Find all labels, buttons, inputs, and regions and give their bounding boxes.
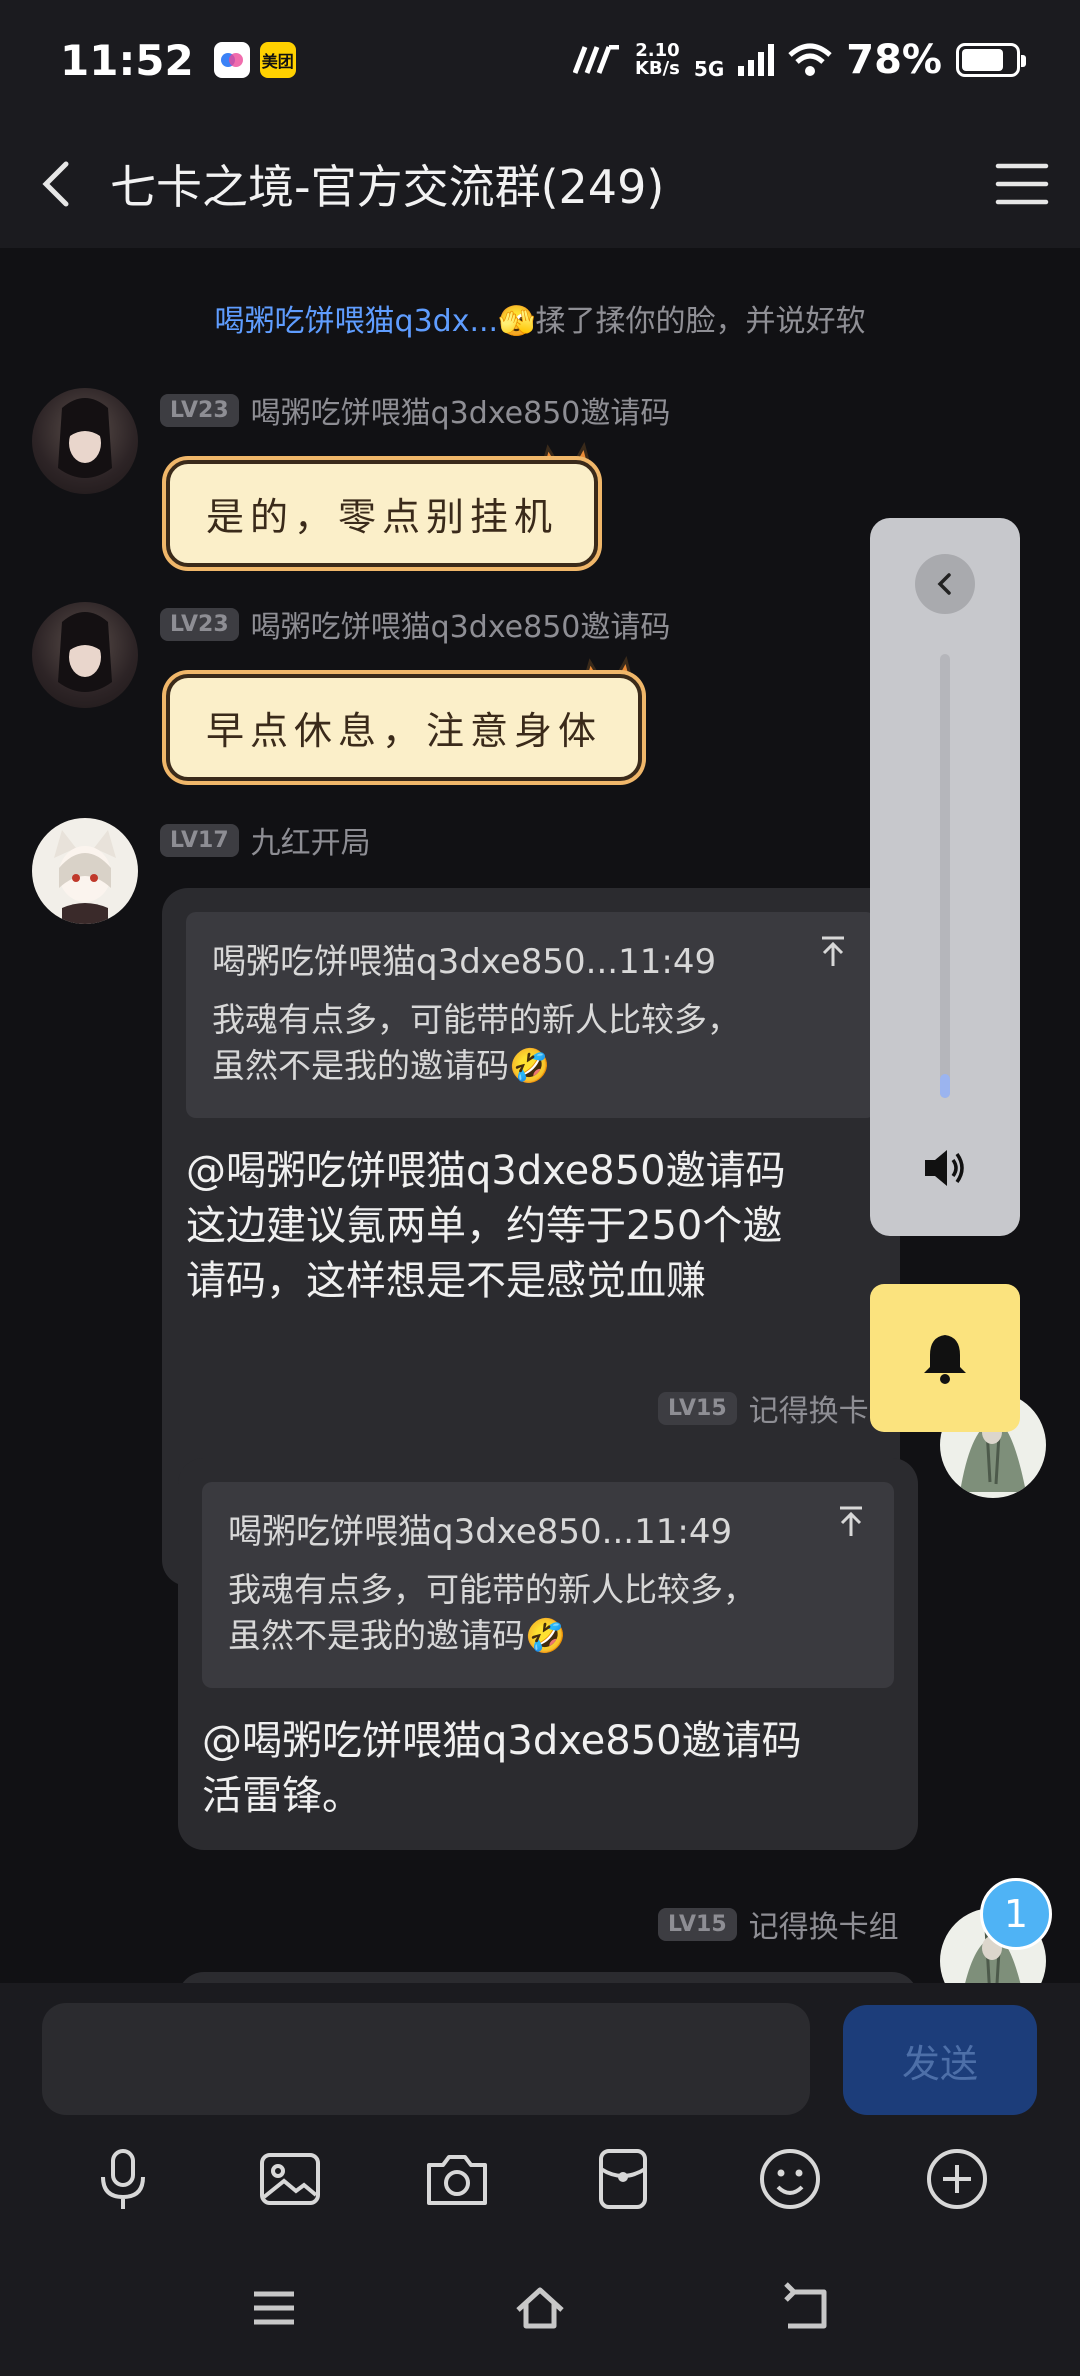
back-arrow-icon[interactable] [30, 154, 90, 214]
level-badge: LV15 [658, 1907, 737, 1941]
message-text: 是的，零点别挂机 [206, 495, 559, 539]
message-text: @喝粥吃饼喂猫q3dxe850邀请码 这边建议氪两单，约等于250个邀 请码，这… [186, 1148, 786, 1304]
group-title: 七卡之境-官方交流群(249) [110, 160, 665, 214]
volume-level [940, 1074, 950, 1098]
network-type: 5G [693, 57, 725, 81]
recents-icon[interactable] [246, 2280, 302, 2336]
quoted-message[interactable]: 喝粥吃饼喂猫q3dxe850...11:49 我魂有点多，可能带的新人比较多， … [186, 912, 876, 1118]
sender-meta: LV23 喝粥吃饼喂猫q3dxe850邀请码 [160, 602, 670, 646]
chat-header: 七卡之境-官方交流群(249) [0, 120, 1080, 248]
sender-meta: LV17 九红开局 [160, 818, 371, 862]
system-message-text: 揉了揉你的脸，并说好软 [535, 304, 866, 339]
message-bubble[interactable]: 早点休息，注意身体 [166, 674, 643, 781]
message-bubble[interactable] [178, 1972, 918, 1983]
level-badge: LV23 [160, 607, 239, 641]
sender-meta: LV15 记得换卡组 [658, 1902, 899, 1946]
chevron-left-icon [937, 573, 951, 595]
avatar[interactable] [32, 602, 138, 708]
camera-icon[interactable] [421, 2143, 493, 2215]
status-time: 11:52 [60, 35, 194, 85]
collapse-button[interactable] [915, 554, 975, 614]
jump-to-top-icon[interactable] [834, 1504, 868, 1538]
message-text: @喝粥吃饼喂猫q3dxe850邀请码 活雷锋。 [202, 1718, 802, 1819]
message-text: 早点休息，注意身体 [206, 709, 603, 753]
plus-icon[interactable] [921, 2143, 993, 2215]
level-badge: LV23 [160, 393, 239, 427]
sender-meta: LV23 喝粥吃饼喂猫q3dxe850邀请码 [160, 388, 670, 432]
send-button[interactable]: 发送 [843, 2005, 1037, 2115]
quoted-message[interactable]: 喝粥吃饼喂猫q3dxe850...11:49 我魂有点多，可能带的新人比较多， … [202, 1482, 894, 1688]
quote-line: 虽然不是我的邀请码🤣 [212, 1046, 551, 1085]
wifi-icon [788, 43, 832, 76]
quote-header: 喝粥吃饼喂猫q3dxe850...11:49 [228, 1512, 733, 1552]
system-message: 喝粥吃饼喂猫q3dx...🫣揉了揉你的脸，并说好软 [0, 296, 1080, 340]
volume-panel [870, 518, 1020, 1236]
home-icon[interactable] [512, 2280, 568, 2336]
sender-name[interactable]: 记得换卡 [749, 1386, 869, 1430]
sender-meta: LV15 记得换卡 [658, 1386, 869, 1430]
avatar[interactable] [32, 388, 138, 494]
nfc-icon [572, 45, 619, 74]
sender-name[interactable]: 喝粥吃饼喂猫q3dxe850邀请码 [251, 388, 671, 432]
input-toolbar [0, 2119, 1080, 2239]
message-bubble[interactable]: 是的，零点别挂机 [166, 460, 599, 567]
quote-line: 我魂有点多，可能带的新人比较多， [228, 1570, 756, 1609]
quote-line: 我魂有点多，可能带的新人比较多， [212, 1000, 740, 1039]
menu-icon[interactable] [994, 156, 1050, 212]
battery-percent: 78% [846, 37, 942, 83]
red-packet-icon[interactable] [587, 2143, 659, 2215]
notification-bell-button[interactable] [870, 1284, 1020, 1432]
speaker-icon[interactable] [915, 1138, 975, 1198]
microphone-icon[interactable] [87, 2143, 159, 2215]
level-badge: LV15 [658, 1391, 737, 1425]
level-badge: LV17 [160, 823, 239, 857]
status-bar: 11:52 美团 2.10 KB/s 5G 78% [0, 0, 1080, 120]
message-bubble[interactable]: 喝粥吃饼喂猫q3dxe850...11:49 我魂有点多，可能带的新人比较多， … [178, 1458, 918, 1850]
sender-name[interactable]: 喝粥吃饼喂猫q3dxe850邀请码 [251, 602, 671, 646]
system-message-user[interactable]: 喝粥吃饼喂猫q3dx... [215, 304, 499, 339]
meituan-icon: 美团 [259, 42, 296, 78]
image-icon[interactable] [254, 2143, 326, 2215]
quote-header: 喝粥吃饼喂猫q3dxe850...11:49 [212, 942, 717, 982]
jump-to-top-icon[interactable] [816, 934, 850, 968]
emoji-icon[interactable] [754, 2143, 826, 2215]
volume-slider[interactable] [940, 654, 950, 1098]
battery-icon [956, 43, 1026, 77]
signal-icon [738, 44, 775, 76]
back-icon[interactable] [778, 2280, 834, 2336]
bell-icon [924, 1335, 966, 1384]
system-message-emoji: 🫣 [498, 304, 536, 339]
unread-badge[interactable]: 1 [980, 1878, 1052, 1950]
app-notification-icon [213, 42, 250, 78]
input-bar: 发送 [0, 1983, 1080, 2119]
quote-line: 虽然不是我的邀请码🤣 [228, 1616, 567, 1655]
net-speed: 2.10 KB/s [634, 40, 680, 79]
system-nav-bar [0, 2239, 1080, 2376]
sender-name[interactable]: 记得换卡组 [749, 1902, 899, 1946]
avatar[interactable] [32, 818, 138, 924]
sender-name[interactable]: 九红开局 [251, 818, 371, 862]
message-input[interactable] [42, 2003, 810, 2115]
